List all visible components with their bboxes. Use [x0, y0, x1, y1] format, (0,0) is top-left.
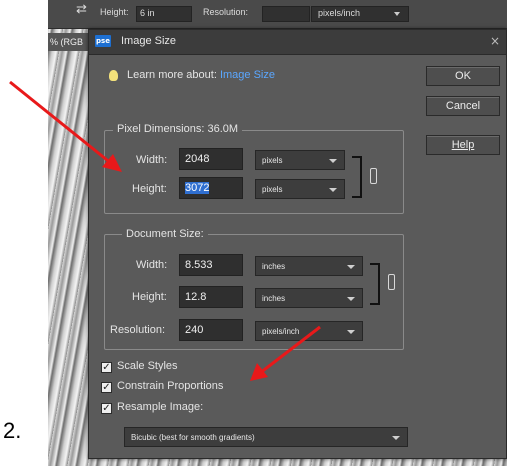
annotation-overlay	[9, 80, 321, 381]
annotation-arrow-to-constrain	[250, 325, 321, 381]
annotation-arrow-to-height	[9, 80, 122, 172]
